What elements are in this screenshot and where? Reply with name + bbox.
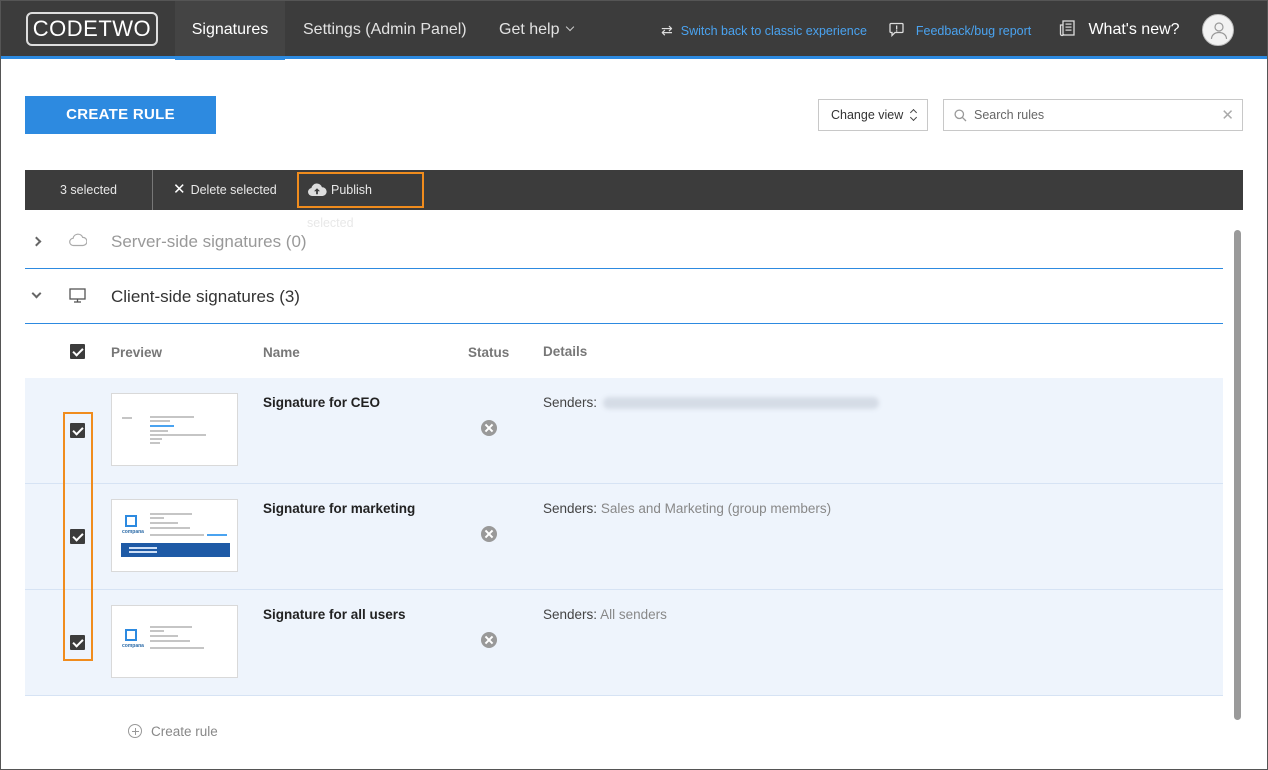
change-view-select[interactable]: Change view: [818, 99, 928, 131]
create-rule-link[interactable]: Create rule: [128, 722, 218, 739]
row-details: Senders: Sales and Marketing (group memb…: [543, 501, 831, 516]
news-icon: [1059, 20, 1080, 38]
change-view-label: Change view: [831, 108, 904, 122]
create-rule-link-label: Create rule: [151, 724, 218, 739]
cloud-icon: [69, 233, 87, 247]
scrollbar[interactable]: [1234, 230, 1241, 720]
redacted-sender: [602, 397, 879, 410]
search-icon: [954, 109, 967, 122]
feedback-icon: [889, 22, 908, 38]
swap-arrows-icon: ⇄: [661, 22, 673, 38]
top-bar: CODETWO Signatures Settings (Admin Panel…: [1, 1, 1267, 60]
top-bar-accent-line: [1, 56, 1267, 59]
close-icon: ✕: [173, 181, 186, 198]
plus-circle-icon: [128, 724, 142, 738]
whats-new-link[interactable]: What's new?: [1059, 1, 1180, 57]
details-label: Senders:: [543, 501, 598, 516]
tab-get-help[interactable]: Get help: [499, 1, 575, 57]
status-inactive-icon: [481, 420, 497, 436]
status-inactive-icon: [481, 632, 497, 648]
delete-selected-button[interactable]: ✕ Delete selected: [173, 170, 277, 210]
chevron-down-icon[interactable]: [31, 288, 42, 299]
table-row[interactable]: compana Signature for all users Senders:…: [25, 590, 1223, 696]
clear-search-icon[interactable]: ✕: [1221, 106, 1234, 124]
user-avatar[interactable]: [1202, 14, 1234, 46]
table-header: Preview Name Status Details: [25, 325, 1223, 378]
selection-bar: 3 selected ✕ Delete selected Publish sele…: [25, 170, 1243, 230]
status-inactive-icon: [481, 526, 497, 542]
chevron-right-icon[interactable]: [31, 236, 42, 247]
updown-arrows-icon: [910, 109, 918, 122]
column-preview: Preview: [111, 345, 163, 360]
whats-new-label: What's new?: [1088, 21, 1180, 38]
client-side-title: Client-side signatures (3): [111, 287, 300, 306]
feedback-label: Feedback/bug report: [915, 24, 1032, 38]
table-row[interactable]: compana Signature for marketing Senders:…: [25, 484, 1223, 590]
publish-selected-button[interactable]: Publish selected: [297, 172, 424, 230]
signature-preview[interactable]: compana: [111, 499, 238, 572]
table-row[interactable]: Signature for CEO Senders:: [25, 378, 1223, 484]
checkbox-highlight-outline: [63, 412, 93, 661]
server-side-section[interactable]: Server-side signatures (0): [25, 215, 1223, 269]
details-label: Senders:: [543, 607, 598, 622]
row-name[interactable]: Signature for marketing: [263, 501, 415, 516]
switch-classic-label: Switch back to classic experience: [680, 24, 867, 38]
chevron-down-icon: [566, 22, 575, 32]
client-side-section[interactable]: Client-side signatures (3): [25, 270, 1223, 324]
details-value: Sales and Marketing (group members): [600, 501, 832, 516]
codetwo-logo[interactable]: CODETWO: [26, 12, 158, 46]
user-icon: [1210, 22, 1228, 40]
row-details: Senders: All senders: [543, 607, 667, 622]
create-rule-button[interactable]: CREATE RULE: [25, 96, 216, 134]
feedback-link[interactable]: Feedback/bug report: [889, 1, 1031, 57]
row-name[interactable]: Signature for CEO: [263, 395, 380, 410]
search-input[interactable]: [974, 100, 1214, 130]
row-name[interactable]: Signature for all users: [263, 607, 406, 622]
selected-count: 3 selected: [25, 170, 153, 210]
column-details: Details: [543, 344, 588, 359]
delete-selected-label: Delete selected: [190, 183, 277, 197]
row-details: Senders:: [543, 395, 879, 410]
select-all-checkbox[interactable]: [70, 344, 85, 359]
server-side-title: Server-side signatures (0): [111, 232, 307, 251]
signature-preview[interactable]: [111, 393, 238, 466]
details-value: All senders: [600, 607, 667, 622]
search-box: ✕: [943, 99, 1243, 131]
cloud-upload-icon: [308, 183, 327, 196]
tab-get-help-label: Get help: [499, 21, 560, 38]
column-status[interactable]: Status: [468, 345, 509, 360]
monitor-icon: [69, 288, 86, 303]
signature-preview[interactable]: compana: [111, 605, 238, 678]
column-name[interactable]: Name: [263, 345, 300, 360]
details-label: Senders:: [543, 395, 598, 410]
switch-classic-link[interactable]: ⇄ Switch back to classic experience: [661, 1, 867, 57]
tab-signatures[interactable]: Signatures: [175, 1, 285, 60]
tab-settings[interactable]: Settings (Admin Panel): [303, 1, 467, 57]
